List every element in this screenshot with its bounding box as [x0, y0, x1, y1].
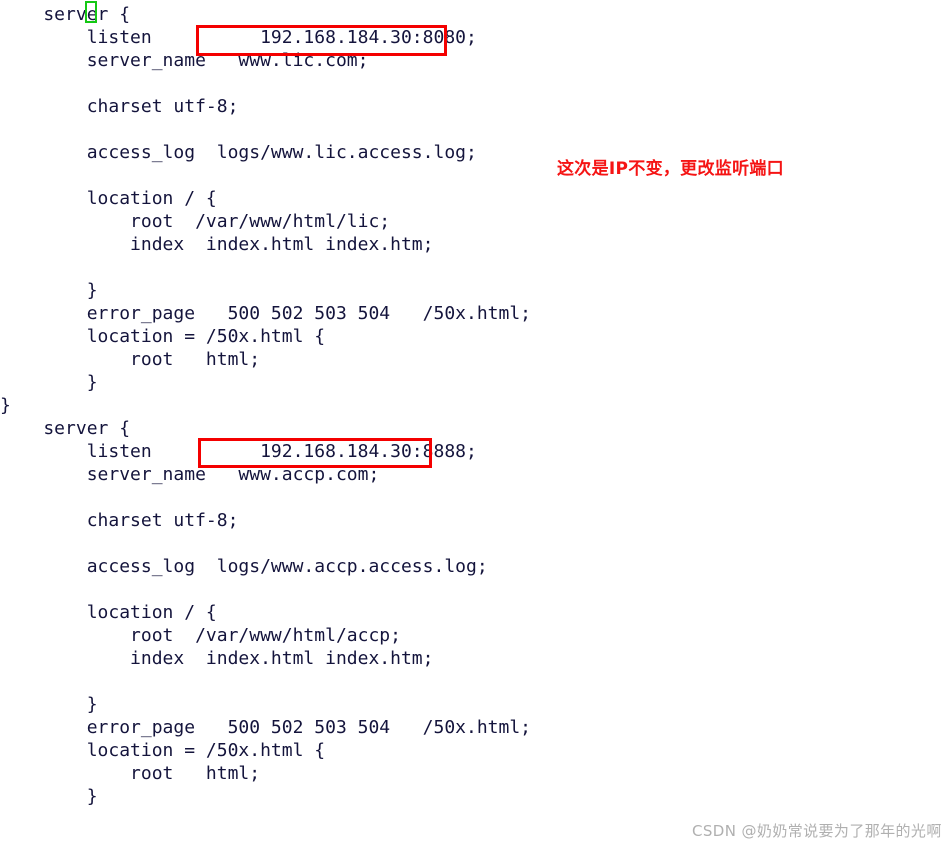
code-line: charset utf-8;: [0, 510, 239, 531]
code-line: server_name www.lic.com;: [0, 50, 369, 71]
code-line: }: [0, 786, 98, 807]
code-line: server {: [0, 418, 131, 439]
code-line: location = /50x.html {: [0, 326, 326, 347]
code-line: location / {: [0, 188, 217, 209]
text-cursor[interactable]: [85, 1, 97, 23]
code-line: root /var/www/html/lic;: [0, 211, 391, 232]
code-line: root html;: [0, 763, 261, 784]
code-line: listen 192.168.184.30:8080;: [0, 27, 477, 48]
code-line: listen 192.168.184.30:8888;: [0, 441, 477, 462]
annotation-note: 这次是IP不变，更改监听端口: [557, 159, 784, 179]
code-line: location = /50x.html {: [0, 740, 326, 761]
code-line: }: [0, 395, 11, 416]
code-line: root /var/www/html/accp;: [0, 625, 401, 646]
code-line: root html;: [0, 349, 261, 370]
code-line: index index.html index.htm;: [0, 648, 434, 669]
code-line: }: [0, 280, 98, 301]
code-line: error_page 500 502 503 504 /50x.html;: [0, 303, 532, 324]
code-line: index index.html index.htm;: [0, 234, 434, 255]
code-line: error_page 500 502 503 504 /50x.html;: [0, 717, 532, 738]
code-line: access_log logs/www.accp.access.log;: [0, 556, 488, 577]
nginx-config-code-block[interactable]: server { listen 192.168.184.30:8080; ser…: [0, 0, 941, 847]
csdn-watermark: CSDN @奶奶常说要为了那年的光啊: [692, 822, 941, 840]
code-line: }: [0, 372, 98, 393]
code-line: location / {: [0, 602, 217, 623]
code-line: server {: [0, 4, 131, 25]
code-line: access_log logs/www.lic.access.log;: [0, 142, 477, 163]
code-line: }: [0, 694, 98, 715]
code-line: charset utf-8;: [0, 96, 239, 117]
code-line: server_name www.accp.com;: [0, 464, 380, 485]
